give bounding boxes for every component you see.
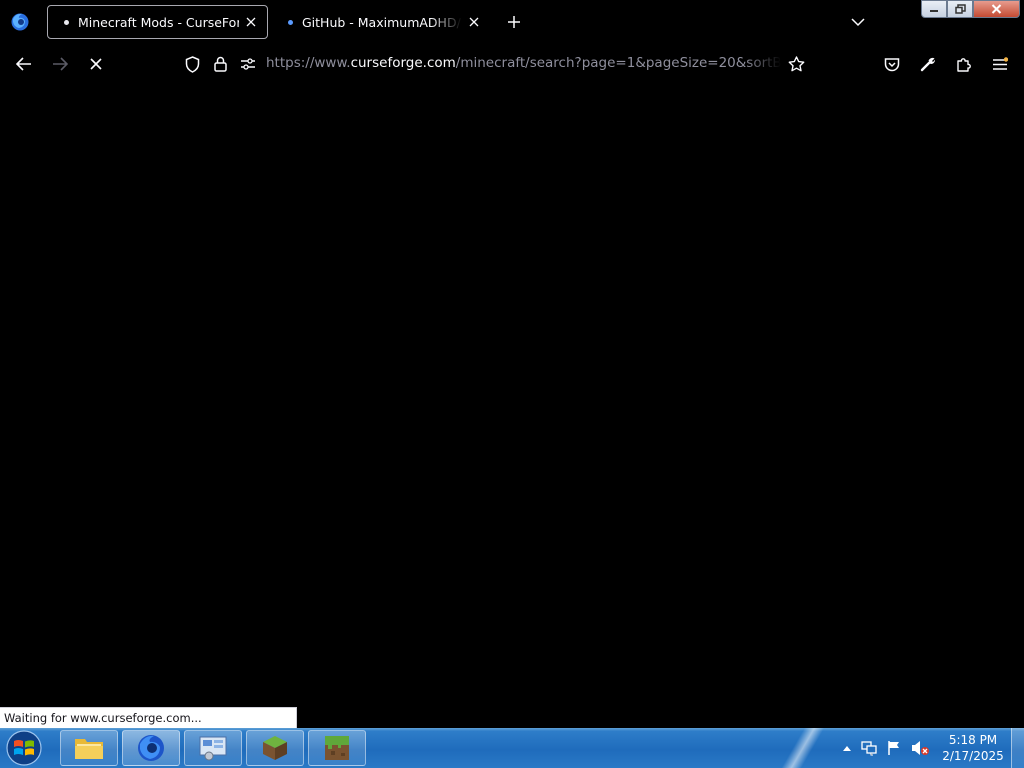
taskbar-minecraft[interactable] <box>308 730 366 766</box>
back-arrow-icon <box>16 57 31 71</box>
taskbar-file-explorer[interactable] <box>60 730 118 766</box>
close-window-button[interactable] <box>973 0 1020 18</box>
developer-tools-button[interactable] <box>916 52 940 76</box>
firefox-icon <box>138 735 164 761</box>
permissions-button[interactable] <box>236 52 260 76</box>
status-panel: Waiting for www.curseforge.com... <box>0 707 297 728</box>
control-panel-icon <box>199 736 227 761</box>
extensions-button[interactable] <box>952 52 976 76</box>
permissions-icon <box>241 58 255 70</box>
close-tab-icon[interactable] <box>462 10 486 34</box>
tab-curseforge[interactable]: Minecraft Mods - CurseForge <box>47 5 268 39</box>
url-bar[interactable]: https://www.curseforge.com/minecraft/sea… <box>266 55 781 73</box>
taskbar: 5:18 PM 2/17/2025 <box>0 728 1024 768</box>
tab-favicon-icon <box>288 19 293 25</box>
navigation-toolbar: https://www.curseforge.com/minecraft/sea… <box>0 44 1024 84</box>
show-desktop-button[interactable] <box>1011 728 1024 768</box>
pocket-button[interactable] <box>880 52 904 76</box>
url-prefix: https://www. <box>266 55 351 71</box>
pocket-icon <box>884 57 900 71</box>
star-icon <box>788 56 804 72</box>
minecraft-block-icon <box>325 736 349 760</box>
close-icon <box>991 4 1002 14</box>
plus-icon <box>508 16 520 28</box>
show-hidden-icons-icon[interactable] <box>842 744 852 752</box>
tab-title: Minecraft Mods - CurseForge <box>78 14 239 30</box>
stop-loading-button[interactable] <box>84 52 108 76</box>
tab-favicon-icon <box>64 19 69 25</box>
folder-icon <box>75 739 103 759</box>
close-tab-icon[interactable] <box>239 10 263 34</box>
taskbar-gleam <box>770 728 830 768</box>
tab-strip: Minecraft Mods - CurseForge GitHub - Max… <box>0 0 1024 44</box>
taskbar-control-panel[interactable] <box>184 730 242 766</box>
start-button[interactable] <box>4 729 44 767</box>
app-menu-button[interactable] <box>988 52 1012 76</box>
restore-button[interactable] <box>947 0 973 18</box>
clock-date: 2/17/2025 <box>942 749 1004 763</box>
tab-github[interactable]: GitHub - MaximumADHD/Roblox <box>276 5 490 39</box>
back-button[interactable] <box>12 52 36 76</box>
minecraft-grass-icon <box>263 736 287 760</box>
taskbar-clock[interactable]: 5:18 PM 2/17/2025 <box>938 732 1008 764</box>
firefox-icon[interactable] <box>10 12 30 32</box>
forward-arrow-icon <box>53 57 68 71</box>
minimize-icon <box>930 10 938 12</box>
system-tray <box>842 728 930 768</box>
page-content: Waiting for www.curseforge.com... <box>0 84 1024 728</box>
url-path: /minecraft/search?page=1&pageSize=20&sor… <box>455 55 781 71</box>
new-tab-button[interactable] <box>502 10 526 34</box>
action-center-flag-icon[interactable] <box>886 740 902 756</box>
hamburger-menu-icon <box>993 57 1008 70</box>
chevron-down-icon <box>851 18 865 27</box>
network-icon[interactable] <box>860 740 878 756</box>
stop-icon <box>90 58 102 70</box>
forward-button[interactable] <box>48 52 72 76</box>
lock-icon <box>213 56 227 72</box>
window-controls <box>921 0 1020 19</box>
site-security-button[interactable] <box>208 52 232 76</box>
url-host: curseforge.com <box>350 55 456 71</box>
volume-muted-icon[interactable] <box>910 740 930 756</box>
taskbar-firefox[interactable] <box>122 730 180 766</box>
bookmark-button[interactable] <box>784 52 808 76</box>
clock-time: 5:18 PM <box>948 733 998 747</box>
minimize-button[interactable] <box>921 0 947 18</box>
list-all-tabs-button[interactable] <box>846 10 870 34</box>
tab-title: GitHub - MaximumADHD/Roblox <box>302 14 462 30</box>
restore-icon <box>954 4 966 14</box>
taskbar-minecraft-launcher[interactable] <box>246 730 304 766</box>
puzzle-icon <box>957 58 971 72</box>
tracking-protection-button[interactable] <box>180 52 204 76</box>
wrench-icon <box>920 57 936 72</box>
shield-icon <box>185 55 199 73</box>
